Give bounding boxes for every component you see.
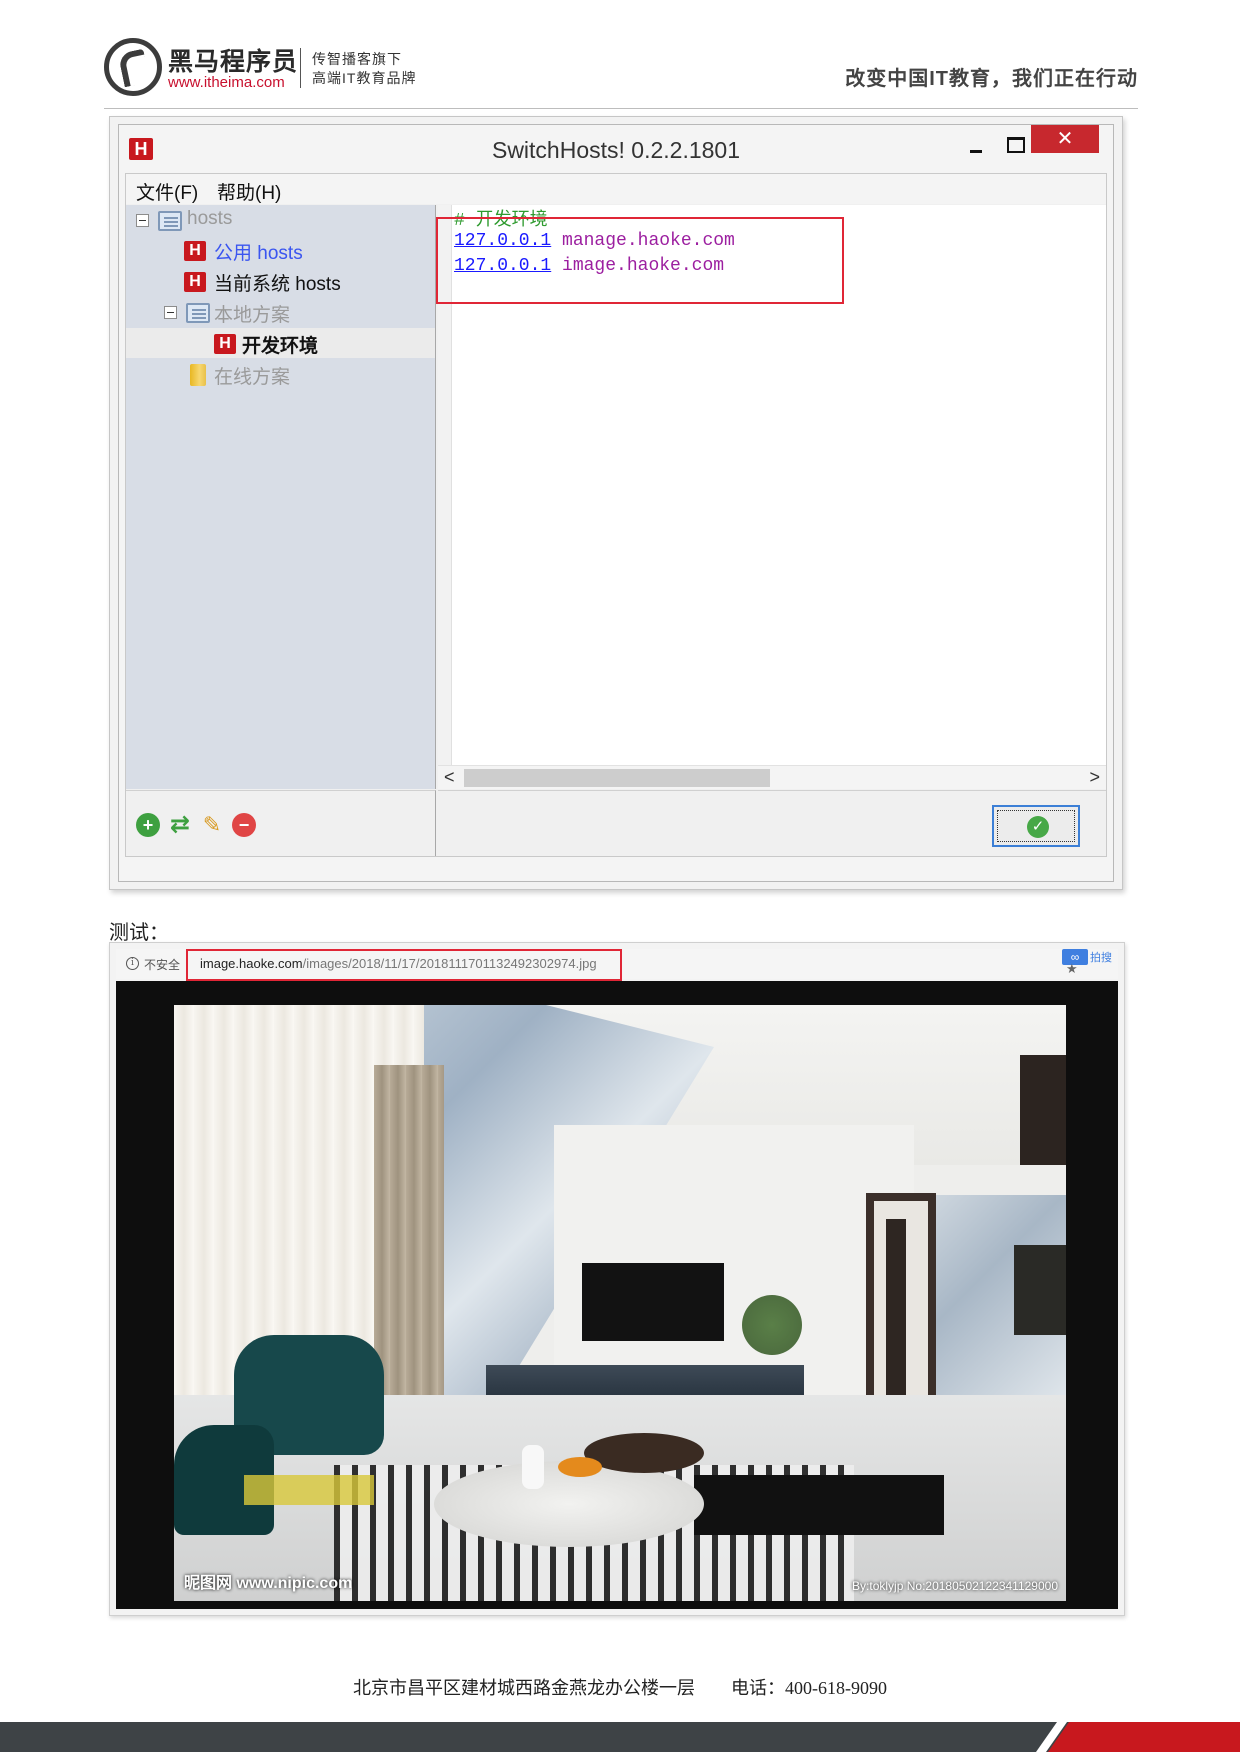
test-label: 测试： xyxy=(109,922,169,944)
insecure-label[interactable]: 不安全 xyxy=(144,956,180,973)
footer-phone: 电话：400-618-9090 xyxy=(731,1678,887,1698)
hosts-h-icon: H xyxy=(184,272,206,292)
watermark-left: 昵图网 www.nipic.com xyxy=(184,1575,353,1592)
hosts-tree: hosts H 公用 hosts H 当前系统 hosts 本地方案 H 开发环… xyxy=(126,205,436,789)
menu-bar: 文件(F) 帮助(H) xyxy=(126,174,1106,204)
collapse-toggle-icon[interactable] xyxy=(164,306,177,319)
horizontal-scrollbar[interactable]: < > xyxy=(438,765,1106,789)
bookmark-star-icon[interactable]: ★ xyxy=(1066,961,1078,977)
refresh-icon[interactable]: ⇄ xyxy=(168,813,192,837)
tree-item-online-group[interactable]: 在线方案 xyxy=(126,359,435,389)
tree-item-system-hosts[interactable]: H 当前系统 hosts xyxy=(126,266,435,296)
tree-item-public-hosts[interactable]: H 公用 hosts xyxy=(126,235,435,265)
footer-accent xyxy=(1048,1722,1240,1752)
tree-item-label: 公用 hosts xyxy=(214,243,303,264)
hosts-h-icon: H xyxy=(214,334,236,354)
check-icon: ✓ xyxy=(1027,816,1049,838)
hosts-h-icon: H xyxy=(184,241,206,261)
extension-label: 拍搜 xyxy=(1090,952,1112,964)
tree-toolbar: + ⇄ ✎ − xyxy=(126,790,436,856)
image-viewer: 昵图网 www.nipic.com By:toklyjp No:20180502… xyxy=(116,981,1118,1609)
tree-item-label: hosts xyxy=(187,208,233,229)
edit-pencil-icon[interactable]: ✎ xyxy=(200,813,224,837)
tree-item-label: 在线方案 xyxy=(214,367,291,388)
delete-icon[interactable]: − xyxy=(232,813,256,837)
info-icon[interactable]: i xyxy=(126,957,139,970)
apply-button[interactable]: ✓ xyxy=(992,805,1080,847)
browser-window: i 不安全 image.haoke.com/images/2018/11/17/… xyxy=(109,942,1125,1616)
annotation-box xyxy=(436,217,844,304)
scroll-left-icon[interactable]: < xyxy=(444,767,455,788)
logo-tagline-2: 高端IT教育品牌 xyxy=(312,70,417,86)
online-folder-icon xyxy=(190,364,206,386)
menu-help[interactable]: 帮助(H) xyxy=(217,178,281,205)
logo-divider xyxy=(300,48,301,88)
minimize-button[interactable] xyxy=(961,133,991,163)
scrollbar-thumb[interactable] xyxy=(464,769,770,787)
logo-name: 黑马程序员 xyxy=(168,48,299,76)
tree-item-label: 本地方案 xyxy=(214,305,291,326)
tree-item-local-group[interactable]: 本地方案 xyxy=(126,297,435,327)
title-bar[interactable]: H SwitchHosts! 0.2.2.1801 ✕ xyxy=(119,125,1113,173)
header-divider xyxy=(104,108,1138,109)
footer-address: 北京市昌平区建材城西路金燕龙办公楼一层 电话：400-618-9090 xyxy=(0,1674,1240,1700)
tree-item-label: 当前系统 hosts xyxy=(214,274,341,295)
collapse-toggle-icon[interactable] xyxy=(136,214,149,227)
folder-icon xyxy=(186,303,210,323)
add-icon[interactable]: + xyxy=(136,813,160,837)
close-button[interactable]: ✕ xyxy=(1031,125,1099,153)
folder-icon xyxy=(158,211,182,231)
logo-url: www.itheima.com xyxy=(168,74,285,91)
tree-item-dev-env[interactable]: H 开发环境 xyxy=(126,328,435,358)
maximize-button[interactable] xyxy=(999,133,1029,157)
footer-address-text: 北京市昌平区建材城西路金燕龙办公楼一层 xyxy=(353,1678,695,1698)
tree-item-hosts[interactable]: hosts xyxy=(126,205,435,235)
header-slogan: 改变中国IT教育，我们正在行动 xyxy=(845,68,1138,90)
page-header: 黑马程序员 www.itheima.com 传智播客旗下 高端IT教育品牌 改变… xyxy=(104,34,1138,110)
menu-file[interactable]: 文件(F) xyxy=(136,178,198,205)
logo-horse-icon xyxy=(104,38,162,96)
watermark-right: By:toklyjp No:20180502122341129000 xyxy=(852,1579,1058,1593)
living-room-photo: 昵图网 www.nipic.com By:toklyjp No:20180502… xyxy=(174,1005,1066,1601)
logo-tagline-1: 传智播客旗下 xyxy=(312,51,402,67)
editor-toolbar: ✓ xyxy=(438,790,1106,856)
scroll-right-icon[interactable]: > xyxy=(1089,767,1100,788)
tree-item-label: 开发环境 xyxy=(242,336,319,357)
annotation-box xyxy=(186,949,622,981)
